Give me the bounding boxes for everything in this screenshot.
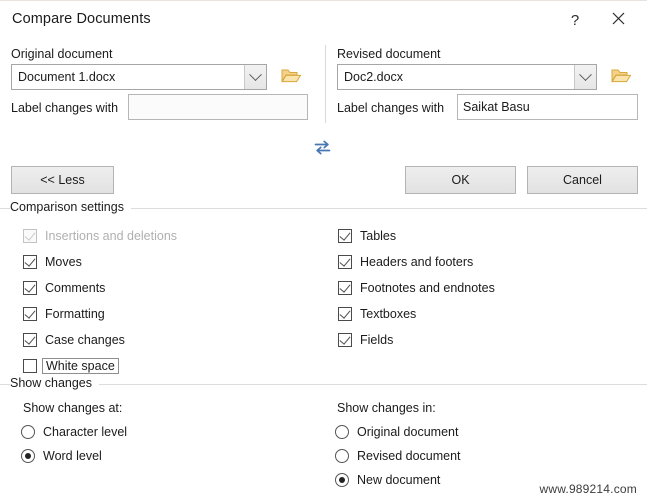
checkbox-box: [23, 333, 37, 347]
checkbox-box: [23, 229, 37, 243]
checkbox-label: Insertions and deletions: [45, 229, 178, 243]
checkbox-label: Textboxes: [360, 307, 417, 321]
checkbox-comments[interactable]: Comments: [23, 279, 105, 297]
revised-label-changes-input[interactable]: [457, 94, 638, 120]
title-bar: Compare Documents ?: [0, 0, 647, 38]
radio-button: [21, 449, 35, 463]
radio-label: Character level: [43, 425, 128, 439]
open-folder-icon: [610, 67, 632, 87]
show-changes-in-caption: Show changes in:: [337, 401, 436, 415]
checkbox-box: [23, 359, 37, 373]
cancel-button-label: Cancel: [563, 173, 602, 187]
ok-button-label: OK: [451, 173, 470, 187]
watermark: www.989214.com: [539, 482, 637, 496]
checkbox-insertions-and-deletions[interactable]: Insertions and deletions: [23, 227, 177, 245]
swap-documents-button[interactable]: [309, 138, 335, 160]
cancel-button[interactable]: Cancel: [527, 166, 638, 194]
revised-label-changes-caption: Label changes with: [337, 101, 445, 115]
show-changes-group: Show changes: [0, 376, 647, 392]
original-document-label: Original document: [11, 47, 113, 61]
checkbox-box: [338, 255, 352, 269]
checkbox-box: [338, 281, 352, 295]
column-divider: [325, 45, 326, 123]
chevron-down-icon[interactable]: [244, 65, 266, 89]
checkbox-label: Footnotes and endnotes: [360, 281, 495, 295]
checkbox-headers-and-footers[interactable]: Headers and footers: [338, 253, 473, 271]
checkbox-box: [338, 229, 352, 243]
page-title: Compare Documents: [12, 11, 151, 27]
chevron-down-icon[interactable]: [574, 65, 596, 89]
checkbox-label: Formatting: [45, 307, 105, 321]
checkbox-case-changes[interactable]: Case changes: [23, 331, 125, 349]
checkbox-textboxes[interactable]: Textboxes: [338, 305, 416, 323]
checkbox-footnotes-and-endnotes[interactable]: Footnotes and endnotes: [338, 279, 495, 297]
radio-revised-document[interactable]: Revised document: [335, 447, 461, 465]
radio-label: Original document: [357, 425, 459, 439]
original-label-changes-caption: Label changes with: [11, 101, 119, 115]
radio-button: [335, 425, 349, 439]
checkbox-box: [23, 255, 37, 269]
radio-button: [335, 473, 349, 487]
checkbox-fields[interactable]: Fields: [338, 331, 393, 349]
comparison-settings-title: Comparison settings: [10, 200, 131, 214]
checkbox-formatting[interactable]: Formatting: [23, 305, 105, 323]
less-button[interactable]: << Less: [11, 166, 114, 194]
compare-documents-dialog: Compare Documents ? Original document Do…: [0, 0, 647, 502]
checkbox-label: Moves: [45, 255, 82, 269]
radio-new-document[interactable]: New document: [335, 471, 440, 489]
checkbox-box: [23, 307, 37, 321]
radio-original-document[interactable]: Original document: [335, 423, 458, 441]
help-button[interactable]: ?: [560, 7, 590, 33]
comparison-settings-group: Comparison settings: [0, 200, 647, 216]
less-button-label: << Less: [40, 173, 85, 187]
revised-document-value: Doc2.docx: [344, 70, 404, 84]
checkbox-label: Comments: [45, 281, 106, 295]
revised-browse-button[interactable]: [609, 66, 633, 88]
checkbox-box: [23, 281, 37, 295]
checkbox-label: White space: [42, 358, 119, 374]
radio-button: [335, 449, 349, 463]
checkbox-label: Fields: [360, 333, 394, 347]
checkbox-label: Case changes: [45, 333, 125, 347]
radio-word-level[interactable]: Word level: [21, 447, 102, 465]
checkbox-label: Headers and footers: [360, 255, 474, 269]
show-changes-title: Show changes: [10, 376, 100, 390]
original-document-value: Document 1.docx: [18, 70, 116, 84]
question-mark-icon: ?: [570, 11, 580, 29]
swap-documents-icon: [313, 139, 332, 159]
show-changes-at-caption: Show changes at:: [23, 401, 123, 415]
checkbox-box: [338, 333, 352, 347]
open-folder-icon: [280, 67, 302, 87]
radio-label: New document: [357, 473, 441, 487]
original-browse-button[interactable]: [279, 66, 303, 88]
radio-character-level[interactable]: Character level: [21, 423, 127, 441]
ok-button[interactable]: OK: [405, 166, 516, 194]
radio-label: Revised document: [357, 449, 461, 463]
checkbox-white-space[interactable]: White space: [23, 357, 119, 375]
close-button[interactable]: [603, 7, 633, 33]
checkbox-label: Tables: [360, 229, 397, 243]
revised-document-combo[interactable]: Doc2.docx: [337, 64, 597, 90]
checkbox-tables[interactable]: Tables: [338, 227, 396, 245]
radio-label: Word level: [43, 449, 102, 463]
revised-document-label: Revised document: [337, 47, 441, 61]
original-document-combo[interactable]: Document 1.docx: [11, 64, 267, 90]
close-icon: [612, 12, 625, 28]
checkbox-box: [338, 307, 352, 321]
original-label-changes-input[interactable]: [128, 94, 308, 120]
radio-button: [21, 425, 35, 439]
checkbox-moves[interactable]: Moves: [23, 253, 82, 271]
